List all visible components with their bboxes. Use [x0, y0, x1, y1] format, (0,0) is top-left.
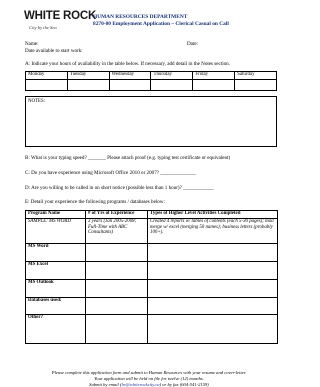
- white-rock-logo: WHITE ROCK City by the Sea: [24, 10, 96, 36]
- section-b-typing-speed: B: What is your typing speed? _______ Pl…: [25, 155, 231, 161]
- footer-instructions: Please complete this application form an…: [51, 370, 247, 375]
- notes-label: NOTES:: [28, 99, 46, 104]
- department-heading: HUMAN RESOURCES DEPARTMENT: [93, 14, 188, 20]
- availability-cell[interactable]: [234, 79, 277, 91]
- activities-input[interactable]: [147, 296, 278, 316]
- notes-box[interactable]: NOTES:: [25, 96, 277, 147]
- activities-input[interactable]: [147, 278, 278, 298]
- availability-cell[interactable]: [108, 79, 152, 91]
- logo-wordmark: WHITE ROCK: [24, 10, 97, 22]
- years-input[interactable]: [85, 243, 148, 263]
- row-ms-outlook: MS Outlook: [25, 278, 86, 298]
- table-row: Databases used:: [25, 296, 278, 316]
- date-label: Date:: [187, 41, 199, 47]
- footer-retention-note: Your application will be held on file fo…: [94, 376, 204, 381]
- activities-input[interactable]: [147, 243, 278, 263]
- section-e-instruction: E: Detail your experience the following …: [25, 199, 165, 205]
- hr-email-link[interactable]: hr@whiterockcity.ca: [121, 382, 159, 387]
- table-row: MS Word: [25, 243, 278, 263]
- section-d-short-notice: D: Are you willing to be called in on sh…: [25, 185, 214, 191]
- row-ms-excel: MS Excel: [25, 261, 86, 280]
- day-saturday: Saturday: [234, 71, 277, 80]
- day-thursday: Thursday: [150, 71, 194, 80]
- col-activities: Types of Higher Level Activities Complet…: [147, 210, 278, 219]
- row-other: Other?: [25, 314, 86, 344]
- footer-submit-line: Submit by email (hr@whiterockcity.ca) or…: [0, 382, 298, 387]
- form-title: 8270-00 Employment Application – Clerica…: [93, 21, 229, 27]
- experience-table: Program Name # of Yrs of Experience Type…: [25, 210, 278, 344]
- col-program-name: Program Name: [25, 210, 86, 219]
- footer-submit-suffix: ) or by fax (604-541-2159): [159, 382, 209, 387]
- section-c-office-experience: C: Do you have experience using Microsof…: [25, 170, 196, 176]
- day-tuesday: Tuesday: [66, 71, 110, 80]
- footer-submit-prefix: Submit by email (: [89, 382, 122, 387]
- table-row: MS Outlook: [25, 278, 278, 298]
- application-form-page: WHITE ROCK City by the Sea HUMAN RESOURC…: [0, 0, 298, 387]
- table-row: MS Excel: [25, 261, 278, 280]
- row-databases: Databases used:: [25, 296, 86, 316]
- years-input[interactable]: [85, 314, 148, 344]
- activities-input[interactable]: [147, 314, 278, 344]
- activities-input[interactable]: [147, 261, 278, 280]
- availability-cell[interactable]: [66, 79, 110, 91]
- day-friday: Friday: [192, 71, 236, 80]
- sample-activities: Created 4 reports w/ tables of contents …: [147, 217, 278, 245]
- sample-program: SAMPLE: MS WORD: [25, 217, 86, 245]
- col-years-experience: # of Yrs of Experience: [85, 210, 148, 219]
- years-input[interactable]: [85, 278, 148, 298]
- availability-cell[interactable]: [25, 79, 68, 91]
- availability-cell[interactable]: [150, 79, 194, 91]
- logo-tagline: City by the Sea: [29, 25, 57, 30]
- name-label: Name:: [25, 41, 39, 47]
- availability-cell[interactable]: [192, 79, 236, 91]
- day-wednesday: Wednesday: [108, 71, 152, 80]
- table-row: Other?: [25, 314, 278, 344]
- years-input[interactable]: [85, 296, 148, 316]
- years-input[interactable]: [85, 261, 148, 280]
- day-monday: Monday: [25, 71, 68, 80]
- availability-table: Monday Tuesday Wednesday Thursday Friday…: [25, 71, 277, 91]
- section-a-instruction: A: Indicate your hours of availability i…: [25, 61, 231, 67]
- table-row: SAMPLE: MS WORD 3 years (Jan 2005-2008; …: [25, 217, 278, 245]
- start-date-label: Date available to start work:: [25, 48, 83, 54]
- sample-years: 3 years (Jan 2005-2008; Full-Time with A…: [85, 217, 148, 245]
- row-ms-word: MS Word: [25, 243, 86, 263]
